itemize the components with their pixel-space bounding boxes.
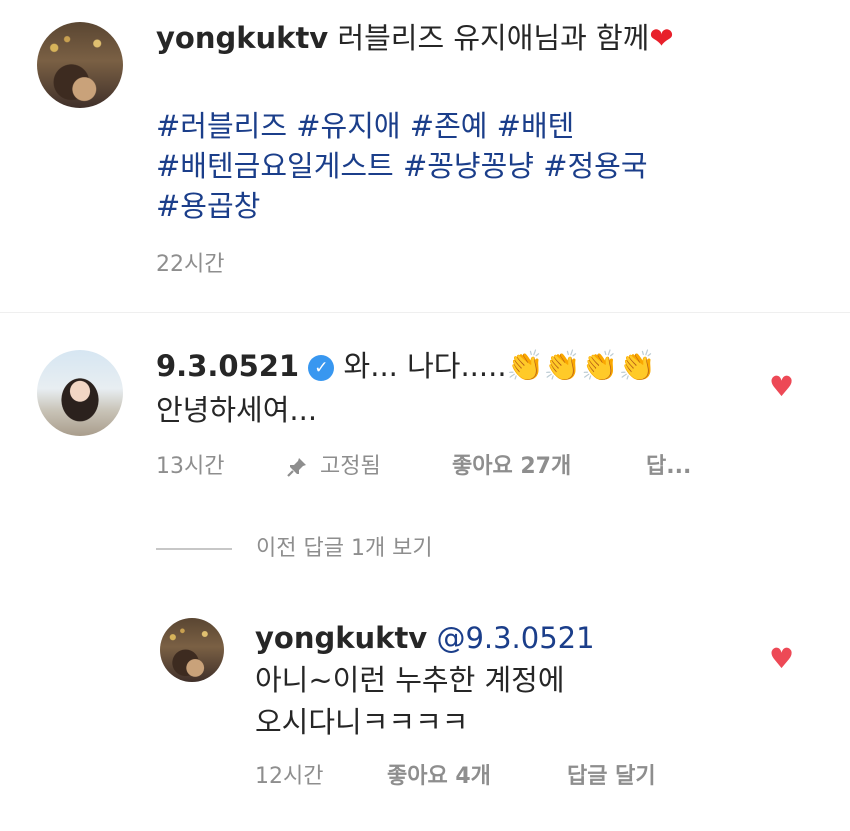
hashtags-line-1[interactable]: #러블리즈 #유지애 #존예 #배텐 bbox=[156, 108, 574, 144]
reply-reply-button[interactable]: 답글 달기 bbox=[567, 764, 656, 790]
comment-meta-row: 13시간 고정됨 좋아요 27개 답... bbox=[156, 454, 716, 484]
post-caption: yongkuktv 러블리즈 유지애님과 함께❤ bbox=[156, 20, 816, 56]
view-previous-replies-button[interactable]: 이전 답글 1개 보기 bbox=[256, 536, 433, 562]
comment-reply-button[interactable]: 답... bbox=[646, 454, 691, 480]
post-author-avatar[interactable] bbox=[37, 22, 123, 108]
reply-text-line-1: 아니~이런 누추한 계정에 bbox=[255, 663, 565, 697]
reply-meta-row: 12시간 좋아요 4개 답글 달기 bbox=[255, 764, 735, 794]
pin-icon bbox=[286, 456, 308, 478]
caption-divider bbox=[0, 312, 850, 313]
post-author-username[interactable]: yongkuktv bbox=[156, 21, 328, 55]
comment-likes-count[interactable]: 좋아요 27개 bbox=[452, 454, 571, 480]
comment-body: 9.3.0521 ✓ 와... 나다.....👏👏👏👏 bbox=[156, 348, 756, 385]
commenter-username[interactable]: 9.3.0521 bbox=[156, 349, 299, 383]
pinned-label: 고정됨 bbox=[320, 454, 381, 479]
red-heart-emoji: ❤ bbox=[649, 21, 674, 55]
hashtags-line-2[interactable]: #배텐금요일게스트 #꽁냥꽁냥 #정용국 bbox=[156, 148, 648, 184]
reply-author-avatar[interactable] bbox=[160, 618, 224, 682]
reply-like-heart-icon[interactable]: ♥ bbox=[769, 642, 794, 675]
reply-timestamp: 12시간 bbox=[255, 764, 324, 789]
commenter-avatar[interactable] bbox=[37, 350, 123, 436]
comment-like-heart-icon[interactable]: ♥ bbox=[769, 370, 794, 403]
reply-likes-count[interactable]: 좋아요 4개 bbox=[387, 764, 491, 790]
post-caption-text: 러블리즈 유지애님과 함께 bbox=[337, 21, 650, 55]
replies-divider-line bbox=[156, 548, 232, 550]
comment-timestamp: 13시간 bbox=[156, 454, 225, 479]
comment-text-line-2: 안녕하세여... bbox=[156, 393, 318, 427]
post-timestamp: 22시간 bbox=[156, 252, 225, 277]
comment-text-line-1: 와... 나다..... bbox=[343, 349, 507, 383]
reply-author-username[interactable]: yongkuktv bbox=[255, 621, 427, 655]
verified-badge-icon: ✓ bbox=[308, 355, 335, 381]
reply-mention[interactable]: @9.3.0521 bbox=[436, 621, 594, 655]
hashtags-line-3[interactable]: #용곱창 bbox=[156, 188, 260, 224]
reply-body: yongkuktv @9.3.0521 bbox=[255, 620, 755, 656]
reply-text-line-2: 오시다니ㅋㅋㅋㅋ bbox=[255, 705, 469, 739]
clapping-hands-icon: 👏👏👏👏 bbox=[506, 349, 656, 384]
